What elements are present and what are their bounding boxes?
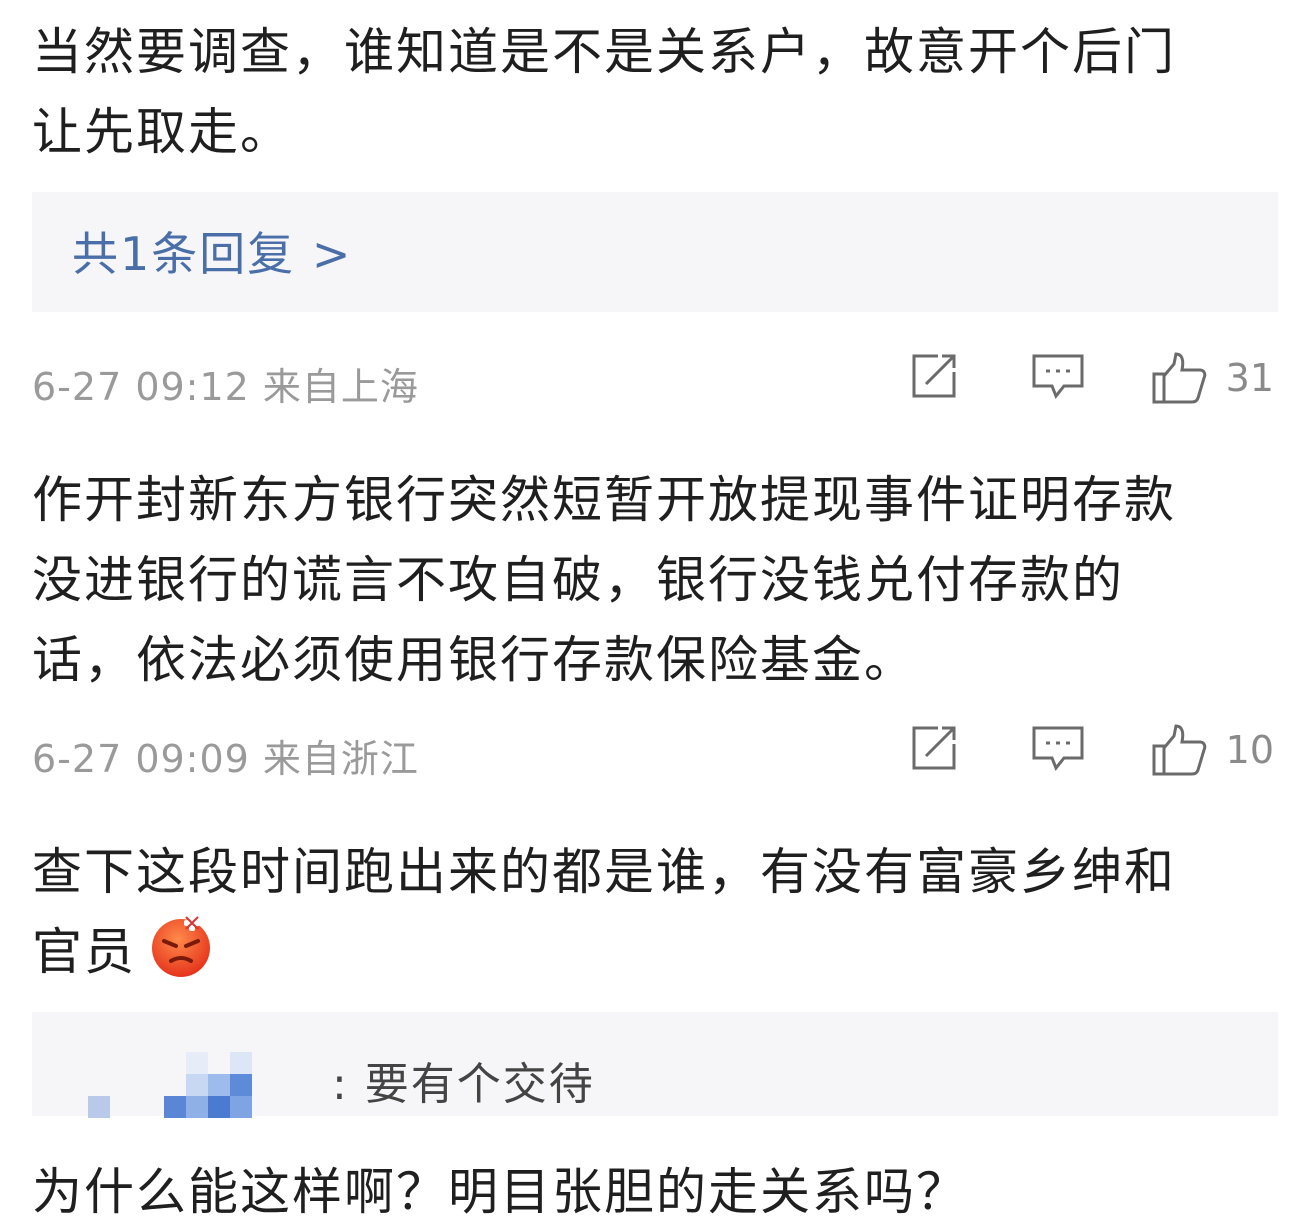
like-count: 31 (1225, 356, 1274, 400)
comment-meta-row: 6-27 09:09 来自浙江 10 (32, 722, 1278, 782)
comment-icon[interactable] (1030, 350, 1086, 406)
repost-icon[interactable] (908, 722, 960, 778)
comment-text-line: 话，依法必须使用银行存款保险基金。 (32, 631, 916, 689)
reply-preview-text: : 要有个交待 (332, 1059, 595, 1110)
comment-meta-row: 6-27 09:12 来自上海 31 (32, 350, 1278, 410)
view-replies-link[interactable]: 共1条回复 > (72, 218, 352, 284)
comment-text-line: 让先取走。 (32, 103, 292, 161)
comment-icon[interactable] (1030, 722, 1086, 778)
comment-text-line: 为什么能这样啊？明目张胆的走关系吗？ (32, 1163, 968, 1221)
comment-timestamp-location: 6-27 09:09 来自浙江 (32, 737, 419, 781)
comment-text-line: 查下这段时间跑出来的都是谁，有没有富豪乡绅和 (32, 843, 1176, 901)
reply-preview-box[interactable]: : 要有个交待 (32, 1012, 1278, 1118)
comment-text-line: 作开封新东方银行突然短暂开放提现事件证明存款 (32, 471, 1176, 529)
comment-text-fragment: 官员 (32, 923, 136, 981)
angry-face-icon (148, 913, 214, 1002)
like-count: 10 (1225, 728, 1274, 772)
comment-text-line: 当然要调查，谁知道是不是关系户，故意开个后门 (32, 23, 1176, 81)
like-icon[interactable] (1150, 350, 1208, 410)
comment-text-line: 官员 (32, 912, 1272, 1002)
comment-timestamp-location: 6-27 09:12 来自上海 (32, 365, 419, 409)
repost-icon[interactable] (908, 350, 960, 406)
like-icon[interactable] (1150, 722, 1208, 782)
reply-box: 共1条回复 > (32, 192, 1278, 312)
comment-text-line: 没进银行的谎言不攻自破，银行没钱兑付存款的 (32, 551, 1124, 609)
